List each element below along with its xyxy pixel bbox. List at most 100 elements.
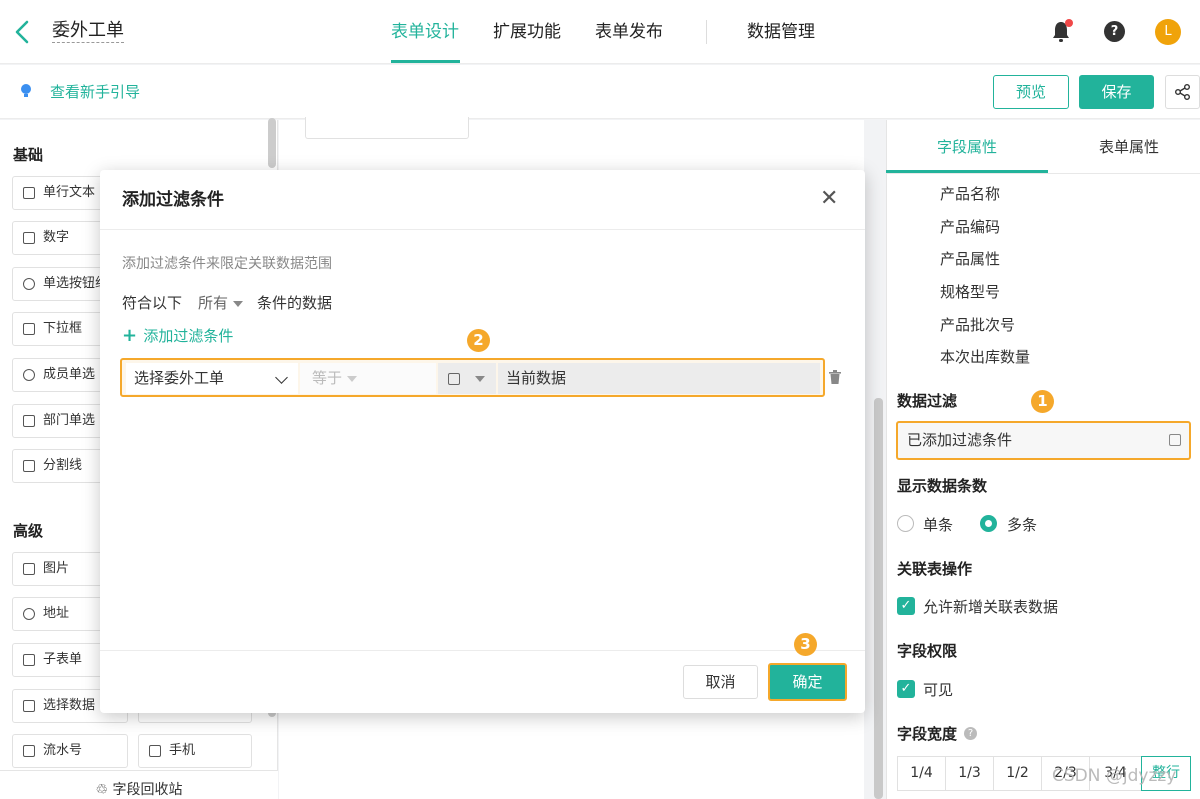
guide-link[interactable]: 查看新手引导 bbox=[50, 82, 140, 102]
component-label: 选择数据 bbox=[43, 698, 96, 713]
dropdown-icon bbox=[23, 323, 35, 335]
rule-prefix: 符合以下 bbox=[122, 294, 183, 312]
radio-single-label: 单条 bbox=[923, 516, 954, 534]
tab-data-management[interactable]: 数据管理 bbox=[747, 20, 815, 44]
save-button[interactable]: 保存 bbox=[1079, 75, 1154, 109]
tab-extensions[interactable]: 扩展功能 bbox=[493, 20, 561, 44]
preview-button[interactable]: 预览 bbox=[993, 75, 1069, 109]
condition-operator-value: 等于 bbox=[312, 369, 343, 387]
component-label: 部门单选 bbox=[43, 413, 96, 428]
radio-icon bbox=[23, 278, 35, 290]
add-filter-label: 添加过滤条件 bbox=[143, 327, 234, 345]
dialog-title: 添加过滤条件 bbox=[122, 190, 224, 210]
chevron-down-icon bbox=[275, 371, 288, 384]
back-icon[interactable] bbox=[14, 20, 30, 47]
tab-form-publish[interactable]: 表单发布 bbox=[595, 20, 663, 44]
data-filter-field[interactable]: 已添加过滤条件 bbox=[896, 421, 1191, 460]
advanced-section-title: 高级 bbox=[13, 522, 44, 540]
phone-icon bbox=[149, 745, 161, 757]
component-label: 单行文本 bbox=[43, 185, 96, 200]
sub-bar: 查看新手引导 预览 保存 bbox=[0, 65, 1200, 119]
close-icon[interactable]: ✕ bbox=[820, 186, 838, 212]
field-item: 本次出库数量 bbox=[940, 348, 1031, 366]
active-tab-indicator bbox=[391, 60, 460, 63]
number-icon bbox=[23, 232, 35, 244]
filter-value: 已添加过滤条件 bbox=[907, 431, 1013, 449]
cancel-button[interactable]: 取消 bbox=[683, 665, 758, 699]
component-label: 流水号 bbox=[43, 743, 83, 758]
dialog-footer-divider bbox=[100, 650, 865, 651]
caret-down-icon bbox=[475, 376, 485, 382]
left-scrollbar[interactable] bbox=[268, 118, 276, 168]
component-serial-number[interactable]: 流水号 bbox=[12, 734, 128, 768]
location-icon bbox=[23, 608, 35, 620]
filter-condition-row: 选择委外工单 等于 当前数据 bbox=[120, 358, 825, 397]
trash-icon[interactable] bbox=[829, 370, 841, 384]
annotation-badge-2: 2 bbox=[467, 329, 490, 352]
component-phone[interactable]: 手机 bbox=[138, 734, 252, 768]
component-label: 成员单选 bbox=[43, 367, 96, 382]
field-width-title: 字段宽度 bbox=[897, 725, 958, 743]
component-label: 单选按钮组 bbox=[43, 276, 109, 291]
tab-field-properties[interactable]: 字段属性 bbox=[937, 137, 997, 157]
assoc-ops-title: 关联表操作 bbox=[897, 560, 973, 578]
add-filter-link[interactable]: + 添加过滤条件 bbox=[122, 326, 233, 346]
component-label: 图片 bbox=[43, 561, 70, 576]
radio-single[interactable] bbox=[897, 515, 914, 532]
basic-section-title: 基础 bbox=[13, 146, 44, 164]
tab-form-design[interactable]: 表单设计 bbox=[391, 20, 459, 44]
field-permission-title: 字段权限 bbox=[897, 642, 958, 660]
serial-icon bbox=[23, 745, 35, 757]
divider-icon bbox=[23, 460, 35, 472]
allow-add-checkbox[interactable]: ✓ bbox=[897, 597, 915, 615]
watermark: CSDN @jdyzzy bbox=[1052, 766, 1177, 786]
subform-icon bbox=[23, 654, 35, 666]
condition-field-value: 选择委外工单 bbox=[134, 369, 225, 387]
width-option-1-2[interactable]: 1/2 bbox=[993, 756, 1042, 791]
condition-field-select[interactable]: 选择委外工单 bbox=[126, 363, 298, 394]
app-title[interactable]: 委外工单 bbox=[52, 20, 124, 43]
annotation-badge-1: 1 bbox=[1031, 390, 1054, 413]
share-icon bbox=[1174, 83, 1191, 101]
avatar[interactable]: L bbox=[1155, 19, 1181, 45]
share-button[interactable] bbox=[1165, 75, 1200, 109]
recycle-icon: ♲ bbox=[95, 782, 113, 798]
condition-operator-select[interactable]: 等于 bbox=[300, 363, 436, 394]
field-item: 产品批次号 bbox=[940, 316, 1016, 334]
condition-value-field[interactable]: 当前数据 bbox=[498, 363, 820, 394]
active-tab-indicator bbox=[886, 170, 1048, 173]
rule-suffix: 条件的数据 bbox=[257, 294, 333, 312]
component-label: 数字 bbox=[43, 230, 70, 245]
recycle-label: 字段回收站 bbox=[112, 782, 183, 798]
text-icon bbox=[23, 187, 35, 199]
plus-icon: + bbox=[122, 325, 144, 346]
edit-icon[interactable] bbox=[1169, 434, 1181, 446]
component-label: 分割线 bbox=[43, 458, 83, 473]
caret-down-icon bbox=[233, 300, 244, 307]
annotation-badge-3: 3 bbox=[794, 633, 817, 656]
tab-divider bbox=[886, 173, 1200, 174]
nav-divider bbox=[706, 20, 707, 44]
rule-match-value: 所有 bbox=[198, 294, 229, 312]
width-option-1-3[interactable]: 1/3 bbox=[945, 756, 994, 791]
width-option-1-4[interactable]: 1/4 bbox=[897, 756, 946, 791]
lightbulb-icon bbox=[20, 83, 32, 99]
visible-label: 可见 bbox=[923, 681, 954, 699]
help-icon[interactable]: ? bbox=[1104, 21, 1125, 42]
allow-add-label: 允许新增关联表数据 bbox=[923, 598, 1059, 616]
field-item: 产品属性 bbox=[940, 250, 1001, 268]
visible-checkbox[interactable]: ✓ bbox=[897, 680, 915, 698]
canvas-field-box[interactable] bbox=[305, 117, 469, 139]
database-icon bbox=[23, 700, 35, 712]
canvas-scrollbar[interactable] bbox=[874, 398, 883, 799]
confirm-button[interactable]: 确定 bbox=[768, 663, 847, 701]
recycle-bin-button[interactable]: ♲ 字段回收站 bbox=[0, 770, 278, 799]
component-label: 下拉框 bbox=[43, 321, 83, 336]
help-icon[interactable]: ? bbox=[964, 727, 977, 740]
component-label: 地址 bbox=[43, 606, 70, 621]
component-label: 手机 bbox=[169, 743, 196, 758]
condition-value-type-select[interactable] bbox=[438, 363, 496, 394]
radio-multi[interactable] bbox=[980, 515, 997, 532]
rule-match-select[interactable]: 所有 bbox=[198, 293, 244, 313]
tab-form-properties[interactable]: 表单属性 bbox=[1099, 137, 1159, 157]
